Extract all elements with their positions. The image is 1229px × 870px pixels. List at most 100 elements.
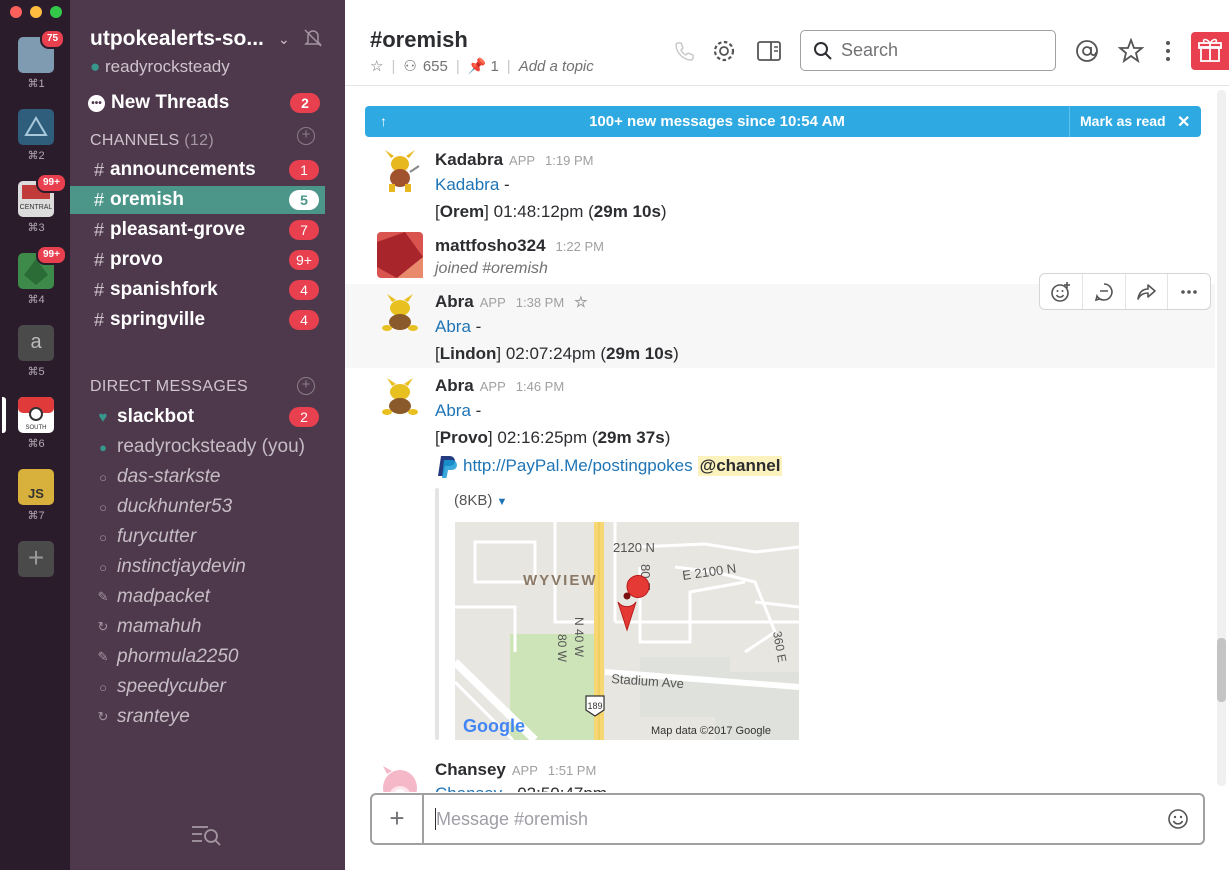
message-link[interactable]: Abra xyxy=(435,317,471,336)
duration-text: 29m 10s xyxy=(606,344,674,363)
abra-avatar[interactable] xyxy=(377,290,423,336)
duration-text: 29m 10s xyxy=(593,202,661,221)
chevron-down-icon[interactable]: ⌄ xyxy=(278,31,290,48)
pin-count[interactable]: 1 xyxy=(490,58,498,75)
mark-as-read-button[interactable]: Mark as read xyxy=(1069,106,1166,137)
user-avatar[interactable] xyxy=(377,232,423,278)
channel-item-oremish[interactable]: # oremish 5 xyxy=(70,186,325,214)
message-link[interactable]: Kadabra xyxy=(435,175,499,194)
dm-item-madpacket[interactable]: ✎ madpacket xyxy=(70,583,325,611)
dm-item-instinctjaydevin[interactable]: ○ instinctjaydevin xyxy=(70,553,325,581)
new-threads-item[interactable]: ••• New Threads 2 xyxy=(88,90,320,116)
paypal-link[interactable]: http://PayPal.Me/postingpokes xyxy=(463,456,693,476)
attach-file-button[interactable]: + xyxy=(372,795,424,843)
pencil-icon: ✎ xyxy=(97,589,109,604)
search-input[interactable]: Search xyxy=(800,30,1056,71)
message-time[interactable]: 1:51 PM xyxy=(548,763,596,778)
dm-item-furycutter[interactable]: ○ furycutter xyxy=(70,523,325,551)
dm-item-mamahuh[interactable]: ↻ mamahuh xyxy=(70,613,325,641)
close-window-button[interactable] xyxy=(10,6,22,18)
location-text: Lindon xyxy=(439,344,497,363)
dm-item-das-starkste[interactable]: ○ das-starkste xyxy=(70,463,325,491)
channel-item-announcements[interactable]: # announcements 1 xyxy=(70,156,325,184)
channel-item-pleasant-grove[interactable]: # pleasant-grove 7 xyxy=(70,216,325,244)
dm-item-sranteye[interactable]: ↻ sranteye xyxy=(70,703,325,731)
share-message-button[interactable] xyxy=(1126,274,1169,309)
more-options-icon[interactable] xyxy=(1155,38,1181,64)
gift-button[interactable] xyxy=(1191,32,1229,70)
zoom-window-button[interactable] xyxy=(50,6,62,18)
member-count[interactable]: 655 xyxy=(423,58,448,75)
mentions-icon[interactable] xyxy=(1074,38,1100,64)
message-time[interactable]: 1:19 PM xyxy=(545,153,593,168)
direct-messages-header[interactable]: DIRECT MESSAGES xyxy=(90,378,248,396)
channel-item-provo[interactable]: # provo 9+ xyxy=(70,246,325,274)
abra-avatar[interactable] xyxy=(377,374,423,420)
dm-name: phormula2250 xyxy=(117,646,239,667)
channels-header[interactable]: CHANNELS (12) xyxy=(90,132,214,150)
channel-mention[interactable]: @channel xyxy=(697,456,783,476)
message-author[interactable]: mattfosho324 xyxy=(435,236,546,255)
message-time[interactable]: 1:38 PM xyxy=(516,295,564,310)
attachment-toggle[interactable]: (8KB) ▼ xyxy=(454,492,507,509)
workspace-name[interactable]: utpokealerts-so... xyxy=(90,27,264,51)
starred-items-icon[interactable] xyxy=(1118,38,1144,64)
location-text: Provo xyxy=(439,428,488,447)
team-6-icon[interactable]: SOUTH xyxy=(18,397,54,433)
emoji-icon[interactable] xyxy=(1167,808,1189,830)
kadabra-avatar[interactable] xyxy=(377,148,423,194)
team-6-shortcut: ⌘6 xyxy=(27,438,45,450)
current-user[interactable]: ● readyrocksteady xyxy=(90,57,230,77)
join-notice: joined #oremish xyxy=(435,260,548,277)
start-thread-button[interactable] xyxy=(1083,274,1126,309)
team-7-icon[interactable]: JS xyxy=(18,469,54,505)
channel-topic[interactable]: Add a topic xyxy=(519,58,594,75)
star-icon[interactable]: ☆ xyxy=(370,57,383,75)
team-5-icon[interactable]: a xyxy=(18,325,54,361)
add-dm-button[interactable]: + xyxy=(297,377,315,395)
dm-item-slackbot[interactable]: ♥ slackbot 2 xyxy=(70,403,325,431)
channel-item-spanishfork[interactable]: # spanishfork 4 xyxy=(70,276,325,304)
message-link[interactable]: Abra xyxy=(435,401,471,420)
dm-item-self[interactable]: ● readyrocksteady (you) xyxy=(70,433,325,461)
chansey-avatar[interactable] xyxy=(377,762,423,792)
minimize-window-button[interactable] xyxy=(30,6,42,18)
message[interactable]: Chansey APP 1:51 PM Chansey - 02:50:47pm xyxy=(345,758,1215,792)
map-area-label: WYVIEW xyxy=(523,572,598,589)
message-time[interactable]: 1:22 PM xyxy=(556,239,604,254)
team-2-icon[interactable] xyxy=(18,109,54,145)
dm-item-speedycuber[interactable]: ○ speedycuber xyxy=(70,673,325,701)
add-reaction-button[interactable] xyxy=(1040,274,1083,309)
message-author[interactable]: Abra xyxy=(435,376,474,395)
caret-down-icon: ▼ xyxy=(496,496,508,508)
close-icon[interactable]: ✕ xyxy=(1177,112,1190,132)
message-text: - 02:50:47pm xyxy=(502,784,607,792)
channel-view: #oremish ☆ | ⚇ 655 | 📌 1 | Add a topic S… xyxy=(345,0,1229,870)
map-image[interactable]: 2120 N WYVIEW E 2100 N 80 E N 40 W 80 W … xyxy=(455,522,799,740)
message-author[interactable]: Chansey xyxy=(435,760,506,779)
presence-icon: ● xyxy=(90,57,101,76)
dm-item-phormula2250[interactable]: ✎ phormula2250 xyxy=(70,643,325,671)
message-time[interactable]: 1:46 PM xyxy=(516,379,564,394)
channel-item-springville[interactable]: # springville 4 xyxy=(70,306,325,334)
star-message-icon[interactable]: ☆ xyxy=(574,294,587,311)
new-messages-banner[interactable]: ↑ 100+ new messages since 10:54 AM Mark … xyxy=(365,106,1201,137)
channel-title[interactable]: #oremish xyxy=(370,27,468,53)
message[interactable]: Kadabra APP 1:19 PM Kadabra - [Orem] 01:48… xyxy=(345,140,1215,228)
dm-item-duckhunter53[interactable]: ○ duckhunter53 xyxy=(70,493,325,521)
channels-header-label: CHANNELS xyxy=(90,132,180,149)
add-team-button[interactable]: + xyxy=(18,541,54,577)
gear-icon[interactable] xyxy=(711,38,737,64)
message-link[interactable]: Chansey xyxy=(435,784,502,792)
message-author[interactable]: Abra xyxy=(435,292,474,311)
message-author[interactable]: Kadabra xyxy=(435,150,503,169)
scrollbar[interactable] xyxy=(1217,90,1226,786)
more-actions-button[interactable] xyxy=(1168,274,1210,309)
sidebar-toggle-icon[interactable] xyxy=(756,38,782,64)
message-input[interactable]: Message #oremish xyxy=(436,809,588,830)
scrollbar-thumb[interactable] xyxy=(1217,638,1226,702)
notification-bell-icon[interactable] xyxy=(302,27,324,49)
add-channel-button[interactable]: + xyxy=(297,127,315,145)
phone-icon[interactable] xyxy=(671,38,697,64)
quick-switcher-icon[interactable] xyxy=(190,822,224,848)
